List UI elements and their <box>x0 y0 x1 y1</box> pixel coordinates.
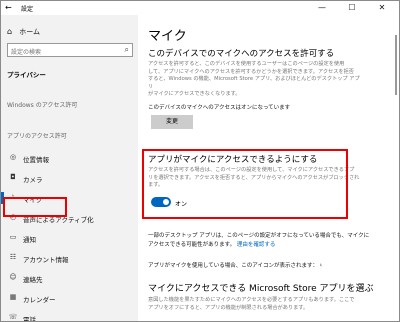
section-heading-store-apps: マイクにアクセスできる Microsoft Store アプリを選ぶ <box>148 284 374 294</box>
settings-window: ← 設定 — ☐ ✕ ⌂ ホーム 設定の検索 ⌕ プライバシー Windows … <box>0 0 400 322</box>
notification-icon: ▭ <box>9 233 17 241</box>
sidebar-item-label: 電話 <box>23 316 36 322</box>
mic-icon-note: アプリがマイクを使用している場合、このアイコンが表示されます： ♮ <box>148 261 322 269</box>
location-icon: ◎ <box>9 153 17 161</box>
sidebar-item-label: 連絡先 <box>23 276 43 284</box>
sidebar-item-location[interactable]: ◎ 位置情報 <box>1 149 138 167</box>
sidebar-item-phone[interactable]: ☏ 電話 <box>1 309 138 322</box>
home-icon: ⌂ <box>7 27 13 36</box>
search-placeholder: 設定の検索 <box>11 49 42 56</box>
window-title: 設定 <box>21 6 34 13</box>
desktop-note-line1: 一部のデスクトップ アプリは、このページの設定がオフになっている場合でも、マイク… <box>148 233 370 239</box>
sidebar-item-account-info[interactable]: ☷ アカウント情報 <box>1 249 138 267</box>
scrollbar[interactable] <box>395 35 397 95</box>
search-icon[interactable]: ⌕ <box>125 45 129 55</box>
contacts-icon: ☺ <box>9 273 17 281</box>
close-icon[interactable]: ✕ <box>371 1 393 15</box>
back-arrow-icon[interactable]: ← <box>5 3 12 12</box>
device-access-description: アクセスを許可すると、このデバイスを使用するユーザーはこのページの設定を使用 し… <box>148 61 363 99</box>
search-input[interactable]: 設定の検索 ⌕ <box>7 43 133 57</box>
change-button[interactable]: 変更 <box>151 115 193 129</box>
minimize-icon[interactable]: — <box>311 1 333 15</box>
highlight-box-microphone <box>3 197 67 217</box>
page-title: マイク <box>148 29 187 44</box>
sidebar-item-label: 通知 <box>23 236 36 244</box>
sidebar-item-camera[interactable]: ◘ カメラ <box>1 169 138 187</box>
learn-why-link[interactable]: 理由を確認する <box>237 242 276 248</box>
home-label: ホーム <box>19 28 41 36</box>
calendar-icon: ▦ <box>9 293 17 301</box>
section-heading-device-access: このデバイスでのマイクへのアクセスを許可する <box>148 49 335 59</box>
title-bar: ← 設定 — ☐ ✕ <box>1 1 399 15</box>
sidebar-item-calendar[interactable]: ▦ カレンダー <box>1 289 138 307</box>
main-content: マイク このデバイスでのマイクへのアクセスを許可する アクセスを許可すると、この… <box>138 15 399 321</box>
account-info-icon: ☷ <box>9 253 17 261</box>
sidebar: ⌂ ホーム 設定の検索 ⌕ プライバシー Windows のアクセス許可 アプリ… <box>1 15 138 321</box>
sidebar-item-label: アカウント情報 <box>23 256 69 264</box>
desc-line: アクセスを許可すると、このデバイスを使用するユーザーはこのページの設定を使用 <box>148 61 345 67</box>
desc-line: がマイクにアクセスできなくなります。 <box>148 91 241 97</box>
sidebar-item-contacts[interactable]: ☺ 連絡先 <box>1 269 138 287</box>
sidebar-item-label: カレンダー <box>23 296 56 304</box>
desc-line: アプリをオフにすると、アプリの機能が制限される場合があります。 <box>148 304 309 311</box>
mic-icon-note-text: アプリがマイクを使用している場合、このアイコンが表示されます： <box>148 263 318 269</box>
home-link[interactable]: ⌂ ホーム <box>7 27 40 37</box>
group-app-permissions: アプリのアクセス許可 <box>7 133 67 140</box>
phone-icon: ☏ <box>8 313 18 321</box>
highlight-box-app-access <box>142 149 348 219</box>
group-windows-permissions: Windows のアクセス許可 <box>7 102 78 109</box>
sidebar-item-label: 位置情報 <box>23 156 49 164</box>
camera-icon: ◘ <box>10 173 16 181</box>
desc-line: すると、Windows の機能、Microsoft Store アプリ、およびほ… <box>148 76 360 90</box>
maximize-icon[interactable]: ☐ <box>341 1 363 15</box>
sidebar-item-notifications[interactable]: ▭ 通知 <box>1 229 138 247</box>
desktop-note-line2: アクセスできる可能性があります。 理由を確認する <box>148 240 275 248</box>
section-title: プライバシー <box>7 71 46 79</box>
microphone-icon: ♮ <box>319 263 322 269</box>
desc-line: して、アプリにマイクへのアクセスを許可するかどうかを選択できます。アクセスを拒否 <box>148 68 354 75</box>
sidebar-item-label: カメラ <box>23 176 43 184</box>
store-apps-description: 意図した機能を果たすためにマイクへのアクセスを必要とするアプリもあります。ここで… <box>148 297 363 312</box>
device-access-status: このデバイスのマイクへのアクセスはオンになっています <box>148 105 291 111</box>
desktop-note-text: アクセスできる可能性があります。 <box>148 242 236 248</box>
desc-line: 意図した機能を果たすためにマイクへのアクセスを必要とするアプリもあります。ここで <box>148 297 355 303</box>
